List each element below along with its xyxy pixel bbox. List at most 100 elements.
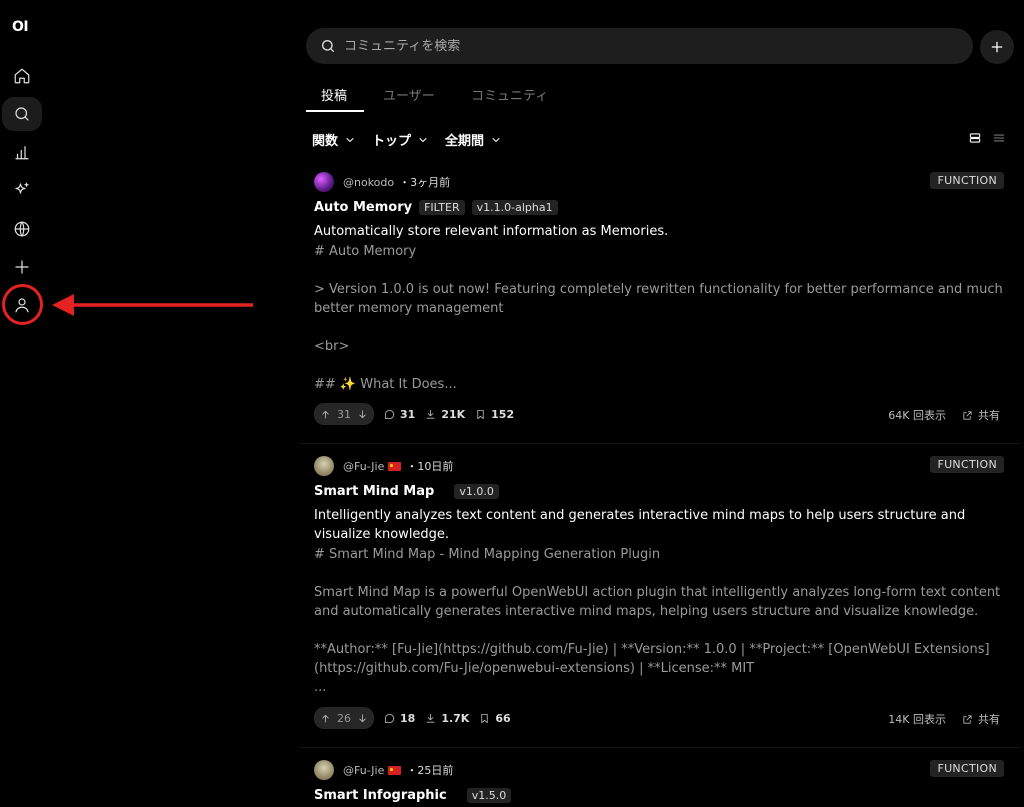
flag-icon bbox=[388, 461, 402, 471]
card-view-icon[interactable] bbox=[968, 131, 982, 145]
downvote-icon[interactable] bbox=[357, 713, 368, 724]
share-button[interactable]: 共有 bbox=[962, 407, 1000, 423]
share-icon bbox=[963, 714, 972, 724]
comment-count: 31 bbox=[400, 407, 416, 421]
bookmark-icon bbox=[477, 409, 484, 419]
comment-icon bbox=[384, 409, 395, 419]
app-logo[interactable]: OI bbox=[12, 19, 29, 35]
search-icon bbox=[15, 107, 29, 121]
bookmark-icon bbox=[481, 713, 488, 723]
annotation-arrow bbox=[52, 294, 253, 316]
create-button[interactable] bbox=[980, 30, 1014, 64]
post-title-row: Auto Memory FILTER v1.1.0-alpha1 bbox=[314, 200, 558, 215]
downloads-stat: 21K bbox=[425, 408, 465, 421]
filter-type-dropdown[interactable]: 関数 bbox=[312, 130, 356, 149]
view-count: 14K 回表示 bbox=[888, 713, 946, 726]
share-label: 共有 bbox=[978, 409, 1000, 422]
post-author[interactable]: @Fu-Jie bbox=[343, 460, 384, 473]
post-title[interactable]: Smart Infographic bbox=[314, 788, 447, 803]
sidebar-item-create[interactable] bbox=[2, 250, 42, 284]
sidebar-item-discover[interactable] bbox=[2, 173, 42, 207]
downvote-icon[interactable] bbox=[357, 409, 368, 420]
sidebar-item-community[interactable] bbox=[2, 212, 42, 246]
post-time: ・25日前 bbox=[406, 764, 454, 777]
saves-stat[interactable]: 66 bbox=[479, 711, 511, 725]
post-time: ・3ヶ月前 bbox=[399, 176, 451, 189]
post-title-row: Smart Infographic v1.5.0 bbox=[314, 788, 512, 803]
saves-stat[interactable]: 152 bbox=[475, 408, 514, 421]
sidebar-item-home[interactable] bbox=[2, 59, 42, 93]
upvote-icon[interactable] bbox=[320, 409, 331, 420]
post-meta: @Fu-Jie ・10日前 bbox=[314, 456, 453, 476]
view-count: 64K 回表示 bbox=[888, 409, 946, 422]
post-tag: FILTER bbox=[419, 200, 465, 215]
post-version-tag: v1.1.0-alpha1 bbox=[471, 200, 558, 215]
type-badge: FUNCTION bbox=[930, 456, 1004, 473]
share-button[interactable]: 共有 bbox=[962, 711, 1000, 727]
filter-period-label: 全期間 bbox=[445, 134, 485, 149]
home-icon bbox=[14, 68, 30, 84]
post-title-row: Smart Mind Map v1.0.0 bbox=[314, 484, 499, 499]
post-card[interactable]: @Fu-Jie ・25日前 FUNCTION Smart Infographic… bbox=[300, 760, 1020, 807]
download-count: 1.7K bbox=[441, 711, 470, 725]
post-author[interactable]: @nokodo bbox=[343, 176, 394, 189]
filter-sort-label: トップ bbox=[372, 134, 412, 149]
chevron-down-icon bbox=[419, 137, 427, 142]
tab-communities[interactable]: コミュニティ bbox=[471, 88, 548, 114]
post-body: # Auto Memory > Version 1.0.0 is out now… bbox=[314, 244, 1003, 392]
filter-type-label: 関数 bbox=[312, 134, 339, 149]
post-body: # Smart Mind Map - Mind Mapping Generati… bbox=[314, 547, 1001, 695]
post-card[interactable]: @Fu-Jie ・10日前 FUNCTION Smart Mind Map v1… bbox=[300, 456, 1020, 746]
post-card[interactable]: @nokodo ・3ヶ月前 FUNCTION Auto Memory FILTE… bbox=[300, 172, 1020, 442]
post-stats: 31 31 21K 152 bbox=[314, 403, 514, 425]
search-input[interactable] bbox=[344, 38, 944, 54]
comments-stat[interactable]: 31 bbox=[384, 408, 415, 421]
flag-icon bbox=[388, 765, 402, 775]
download-icon bbox=[426, 713, 435, 723]
post-description: Automatically store relevant information… bbox=[314, 224, 669, 239]
post-meta: @Fu-Jie ・25日前 bbox=[314, 760, 453, 780]
search-bar[interactable] bbox=[306, 28, 973, 64]
post-author[interactable]: @Fu-Jie bbox=[343, 764, 384, 777]
type-badge: FUNCTION bbox=[930, 760, 1004, 777]
sidebar: OI bbox=[0, 0, 44, 807]
comments-stat[interactable]: 18 bbox=[384, 712, 415, 725]
download-icon bbox=[426, 409, 435, 419]
divider bbox=[300, 443, 1020, 444]
annotation-circle bbox=[2, 284, 43, 325]
post-description: Intelligently analyzes text content and … bbox=[314, 508, 966, 542]
filter-sort-dropdown[interactable]: トップ bbox=[372, 130, 429, 149]
upvote-icon[interactable] bbox=[320, 713, 331, 724]
globe-icon bbox=[14, 221, 30, 237]
filter-bar: 関数 トップ 全期間 bbox=[312, 130, 502, 149]
avatar[interactable] bbox=[314, 172, 334, 192]
download-count: 21K bbox=[441, 407, 466, 421]
share-icon bbox=[963, 410, 972, 420]
sidebar-item-leaderboard[interactable] bbox=[2, 135, 42, 169]
list-view-icon[interactable] bbox=[992, 131, 1006, 145]
comment-count: 18 bbox=[400, 711, 416, 725]
downloads-stat: 1.7K bbox=[425, 712, 469, 725]
active-tab-indicator bbox=[306, 110, 364, 112]
save-count: 66 bbox=[495, 711, 511, 725]
avatar[interactable] bbox=[314, 456, 334, 476]
vote-count: 26 bbox=[337, 711, 351, 725]
vote-control: 31 bbox=[314, 403, 374, 425]
post-right-stats: 64K 回表示 共有 bbox=[888, 407, 1000, 423]
post-version-tag: v1.0.0 bbox=[454, 484, 499, 499]
save-count: 152 bbox=[491, 407, 515, 421]
divider bbox=[300, 747, 1020, 748]
comment-icon bbox=[384, 713, 395, 723]
vote-count: 31 bbox=[337, 407, 351, 421]
sidebar-item-search[interactable] bbox=[2, 97, 42, 131]
post-right-stats: 14K 回表示 共有 bbox=[888, 711, 1000, 727]
plus-icon bbox=[991, 41, 1003, 53]
avatar[interactable] bbox=[314, 760, 334, 780]
sparkle-icon bbox=[15, 182, 29, 194]
filter-period-dropdown[interactable]: 全期間 bbox=[445, 130, 502, 149]
share-label: 共有 bbox=[978, 713, 1000, 726]
tab-users[interactable]: ユーザー bbox=[383, 88, 435, 114]
vote-control: 26 bbox=[314, 707, 374, 729]
post-title[interactable]: Smart Mind Map bbox=[314, 484, 434, 499]
post-title[interactable]: Auto Memory bbox=[314, 200, 412, 215]
